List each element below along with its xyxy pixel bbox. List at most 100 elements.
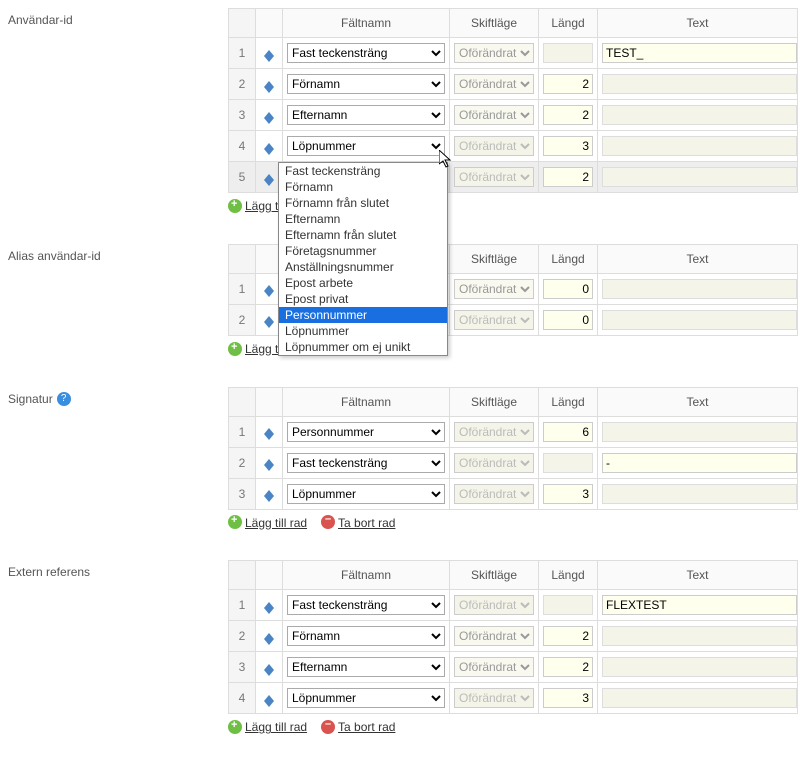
length-input[interactable] [543,167,593,187]
text-input[interactable] [602,484,797,504]
case-select[interactable]: Oförändrat [454,657,534,677]
help-icon[interactable]: ? [57,392,71,406]
length-input[interactable] [543,484,593,504]
table-row: 3LöpnummerOförändrat [229,478,798,509]
field-dropdown-open[interactable]: Fast teckensträngFörnamnFörnamn från slu… [278,162,448,356]
dropdown-option[interactable]: Epost privat [279,291,447,307]
drag-handle-icon[interactable] [264,695,274,707]
add-icon [228,515,242,529]
col-field: Fältnamn [283,561,450,590]
dropdown-option[interactable]: Epost arbete [279,275,447,291]
text-input[interactable] [602,657,797,677]
drag-handle-icon[interactable] [264,664,274,676]
drag-handle-icon[interactable] [264,174,274,186]
drag-handle-icon[interactable] [264,316,274,328]
case-select[interactable]: Oförändrat [454,484,534,504]
case-select[interactable]: Oförändrat [454,105,534,125]
dropdown-option[interactable]: Anställningsnummer [279,259,447,275]
length-input[interactable] [543,453,593,473]
col-case: Skiftläge [450,244,539,273]
dropdown-option[interactable]: Personnummer [279,307,447,323]
drag-handle-icon[interactable] [264,428,274,440]
field-select[interactable]: Fast teckensträng [287,595,445,615]
drag-handle-icon[interactable] [264,490,274,502]
case-select[interactable]: Oförändrat [454,453,534,473]
text-input[interactable] [602,74,797,94]
field-select[interactable]: Fast teckensträng [287,453,445,473]
text-input[interactable] [602,279,797,299]
dropdown-option[interactable]: Efternamn [279,211,447,227]
field-select[interactable]: Löpnummer [287,484,445,504]
text-input[interactable] [602,310,797,330]
length-input[interactable] [543,74,593,94]
drag-handle-icon[interactable] [264,81,274,93]
add-row-link[interactable]: Lägg till rad [245,720,307,734]
case-select[interactable]: Oförändrat [454,43,534,63]
text-input[interactable] [602,626,797,646]
field-select[interactable]: Förnamn [287,74,445,94]
remove-row-link[interactable]: Ta bort rad [338,720,395,734]
row-number: 1 [229,38,256,69]
case-select[interactable]: Oförändrat [454,595,534,615]
remove-row-link[interactable]: Ta bort rad [338,516,395,530]
field-select[interactable]: Löpnummer [287,136,445,156]
length-input[interactable] [543,595,593,615]
dropdown-option[interactable]: Löpnummer [279,323,447,339]
field-select[interactable]: Fast teckensträng [287,43,445,63]
field-select[interactable]: Löpnummer [287,688,445,708]
table-row: 2 Förnamn Oförändrat [229,621,798,652]
table-row: 1Fast teckensträngOförändrat [229,590,798,621]
case-select[interactable]: Oförändrat [454,74,534,94]
col-text: Text [598,244,798,273]
length-input[interactable] [543,136,593,156]
case-select[interactable]: Oförändrat [454,167,534,187]
dropdown-option[interactable]: Löpnummer om ej unikt [279,339,447,355]
drag-handle-icon[interactable] [264,285,274,297]
text-input[interactable] [602,453,797,473]
drag-handle-icon[interactable] [264,143,274,155]
length-input[interactable] [543,43,593,63]
length-input[interactable] [543,657,593,677]
drag-handle-icon[interactable] [264,633,274,645]
drag-handle-icon[interactable] [264,602,274,614]
col-case: Skiftläge [450,387,539,416]
dropdown-option[interactable]: Företagsnummer [279,243,447,259]
case-select[interactable]: Oförändrat [454,422,534,442]
text-input[interactable] [602,595,797,615]
case-select[interactable]: Oförändrat [454,310,534,330]
dropdown-option[interactable]: Förnamn [279,179,447,195]
text-input[interactable] [602,136,797,156]
case-select[interactable]: Oförändrat [454,279,534,299]
col-text: Text [598,387,798,416]
remove-icon [321,720,335,734]
field-select[interactable]: Efternamn [287,105,445,125]
length-input[interactable] [543,626,593,646]
length-input[interactable] [543,310,593,330]
text-input[interactable] [602,105,797,125]
dropdown-option[interactable]: Efternamn från slutet [279,227,447,243]
text-input[interactable] [602,43,797,63]
case-select[interactable]: Oförändrat [454,626,534,646]
add-icon [228,199,242,213]
length-input[interactable] [543,422,593,442]
field-select[interactable]: Efternamn [287,657,445,677]
drag-handle-icon[interactable] [264,112,274,124]
drag-handle-icon[interactable] [264,50,274,62]
field-select[interactable]: Förnamn [287,626,445,646]
text-input[interactable] [602,422,797,442]
text-input[interactable] [602,167,797,187]
col-field: Fältnamn [283,9,450,38]
add-row-link[interactable]: Lägg till rad [245,516,307,530]
drag-handle-icon[interactable] [264,459,274,471]
dropdown-option[interactable]: Fast teckensträng [279,163,447,179]
row-number: 2 [229,621,256,652]
case-select[interactable]: Oförändrat [454,688,534,708]
length-input[interactable] [543,688,593,708]
field-select[interactable]: Personnummer [287,422,445,442]
length-input[interactable] [543,279,593,299]
length-input[interactable] [543,105,593,125]
row-number: 2 [229,304,256,335]
text-input[interactable] [602,688,797,708]
case-select[interactable]: Oförändrat [454,136,534,156]
dropdown-option[interactable]: Förnamn från slutet [279,195,447,211]
